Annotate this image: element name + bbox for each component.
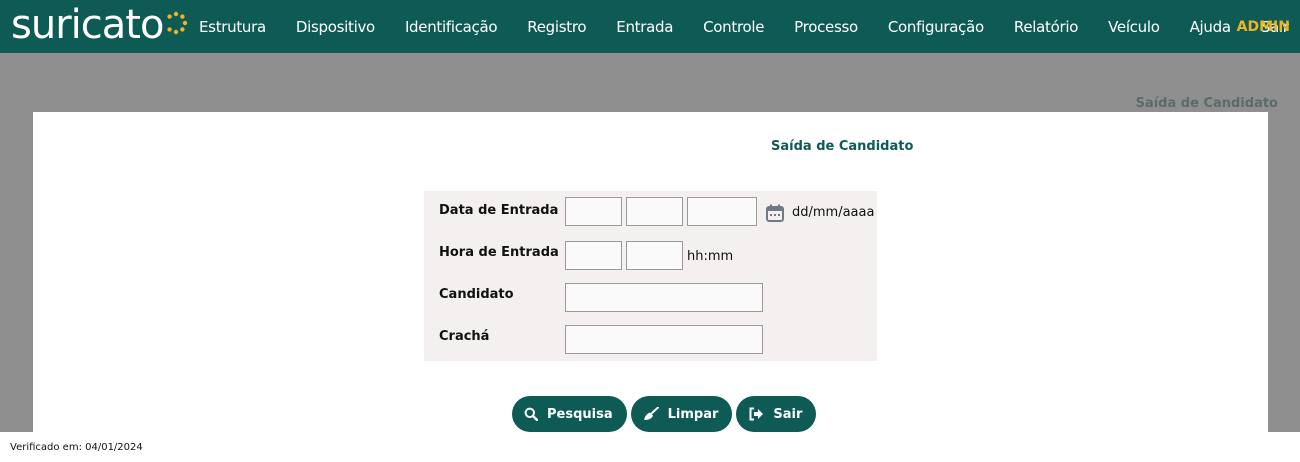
dialog-title: Saída de Candidato [771,139,914,154]
clear-button-label: Limpar [667,406,719,422]
exit-button[interactable]: Sair [736,396,817,432]
search-icon [524,407,538,421]
menu-item-controle[interactable]: Controle [688,18,779,36]
dialog-panel: Saída de Candidato Data de Entrada dd/mm… [33,112,1268,432]
search-form: Data de Entrada dd/mm/aaaa Hora de Entra… [424,191,877,361]
menu-item-veiculo[interactable]: Veículo [1093,18,1175,36]
search-button-label: Pesquisa [547,406,613,422]
badge-input[interactable] [565,325,763,354]
search-button[interactable]: Pesquisa [512,396,627,432]
menu-item-entrada[interactable]: Entrada [601,18,688,36]
menu-item-ajuda[interactable]: Ajuda [1175,18,1246,36]
date-month-input[interactable] [626,197,683,226]
clear-button[interactable]: Limpar [630,396,733,432]
menu-item-configuracao[interactable]: Configuração [873,18,999,36]
exit-button-label: Sair [773,406,803,422]
user-name[interactable]: ADMIN [1237,0,1290,53]
logo-text: suricato [11,2,164,48]
menu-item-processo[interactable]: Processo [779,18,873,36]
menu-item-relatorio[interactable]: Relatório [999,18,1093,36]
calendar-icon[interactable] [765,203,785,223]
date-day-input[interactable] [565,197,622,226]
candidate-input[interactable] [565,283,763,312]
date-format-hint: dd/mm/aaaa [792,205,875,220]
menu-item-dispositivo[interactable]: Dispositivo [281,18,390,36]
time-label: Hora de Entrada [439,245,559,260]
menu-item-identificacao[interactable]: Identificação [390,18,512,36]
logo[interactable]: suricato [11,3,188,47]
time-format-hint: hh:mm [687,249,734,264]
badge-label: Crachá [439,329,490,344]
date-year-input[interactable] [687,197,757,226]
action-buttons: Pesquisa Limpar Sair [512,396,817,432]
page-breadcrumb: Saída de Candidato [1135,96,1278,111]
menu-item-estrutura[interactable]: Estrutura [184,18,281,36]
verified-date: Verificado em: 04/01/2024 [10,442,143,453]
time-hour-input[interactable] [565,241,622,270]
time-minute-input[interactable] [626,241,683,270]
broom-icon [643,407,659,420]
date-label: Data de Entrada [439,203,559,218]
sign-out-icon [749,407,764,421]
candidate-label: Candidato [439,287,514,302]
menu-item-registro[interactable]: Registro [512,18,601,36]
top-navbar: suricato Estrutura Dispositivo Identific… [0,0,1300,53]
main-menu: Estrutura Dispositivo Identificação Regi… [184,0,1300,53]
